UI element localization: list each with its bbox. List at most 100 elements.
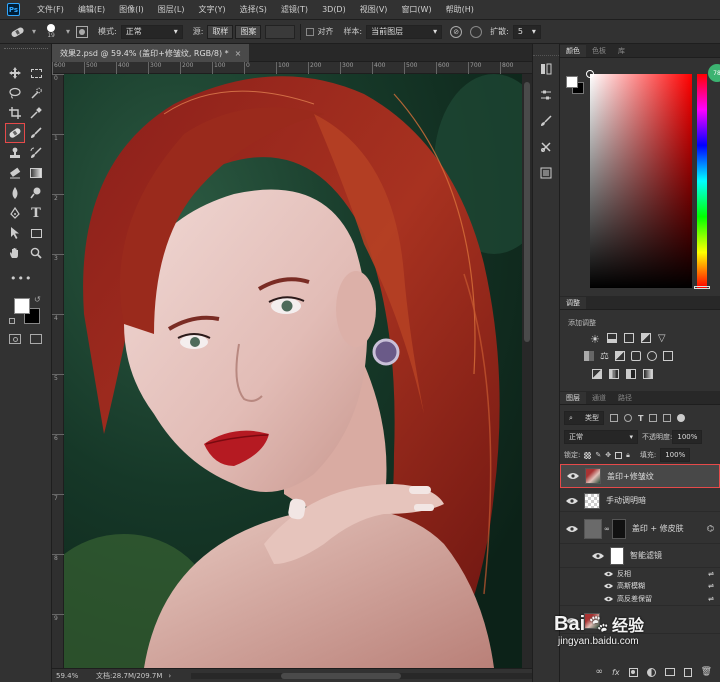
filter-toggle-icon[interactable] [677, 414, 686, 422]
horizontal-scrollbar[interactable] [191, 672, 532, 679]
aligned-checkbox[interactable] [306, 27, 315, 36]
visibility-eye-icon[interactable] [566, 525, 578, 533]
document-info[interactable]: 文档:28.7M/209.7M [96, 671, 162, 681]
tab-libraries[interactable]: 库 [612, 45, 631, 57]
layer-name[interactable]: 手动调明暗 [606, 495, 646, 506]
color-picker-field[interactable] [590, 74, 692, 288]
clone-stamp-tool-icon[interactable] [6, 144, 24, 162]
pressure-size-icon[interactable] [470, 25, 483, 38]
curves-icon[interactable] [623, 333, 634, 343]
default-colors-icon[interactable] [9, 318, 15, 324]
menu-help[interactable]: 帮助(H) [439, 4, 481, 15]
document-canvas[interactable] [64, 74, 522, 668]
scrollbar-thumb[interactable] [281, 672, 402, 679]
healing-brush-tool-preset-icon[interactable] [10, 26, 32, 38]
visibility-eye-icon[interactable] [567, 472, 579, 480]
hue-slider[interactable] [697, 74, 707, 288]
gradient-map-icon[interactable] [643, 369, 653, 379]
strip-collapse-handle[interactable] [533, 44, 559, 56]
menu-window[interactable]: 窗口(W) [394, 4, 438, 15]
quick-mask-icon[interactable] [9, 334, 21, 344]
rectangle-tool-icon[interactable] [27, 224, 45, 242]
tab-layers[interactable]: 图层 [560, 392, 586, 404]
gradient-tool-icon[interactable] [27, 164, 45, 182]
smart-filter-mask-thumbnail[interactable] [610, 546, 624, 565]
layer-filter-kind-select[interactable]: ⌕ 类型 [564, 411, 604, 425]
new-layer-icon[interactable] [683, 667, 692, 677]
visibility-eye-icon[interactable] [604, 596, 613, 602]
brush-tool-icon[interactable] [27, 124, 45, 142]
lock-transparency-icon[interactable] [584, 451, 592, 459]
close-icon[interactable]: × [235, 49, 242, 58]
photoshop-logo[interactable]: Ps [7, 3, 20, 16]
visibility-eye-icon[interactable] [592, 552, 604, 560]
layer-row[interactable]: 高斯模糊 ⇌ [560, 580, 720, 592]
menu-select[interactable]: 选择(S) [233, 4, 274, 15]
tab-paths[interactable]: 路径 [612, 392, 638, 404]
zoom-tool-icon[interactable] [27, 244, 45, 262]
lock-all-icon[interactable]: 🔒︎ [626, 451, 630, 460]
tab-swatches[interactable]: 色板 [586, 45, 612, 57]
new-group-icon[interactable] [664, 668, 675, 676]
black-white-icon[interactable] [614, 351, 625, 361]
fill-input[interactable]: 100% [660, 448, 691, 462]
smart-object-options-icon[interactable]: ⌬ [707, 524, 714, 533]
tab-adjustments[interactable]: 调整 [560, 297, 586, 309]
blur-tool-icon[interactable] [6, 184, 24, 202]
hand-tool-icon[interactable] [6, 244, 24, 262]
clone-source-panel-icon[interactable] [76, 25, 89, 38]
dodge-tool-icon[interactable] [27, 184, 45, 202]
diffusion-select[interactable]: 5 ▾ [512, 24, 541, 39]
scrollbar-thumb[interactable] [524, 82, 530, 342]
layer-name[interactable]: 盖印 + 修皮肤 [632, 523, 684, 534]
threshold-icon[interactable] [626, 369, 636, 379]
mode-select[interactable]: 正常 ▾ [120, 24, 183, 39]
ignore-adjustment-layers-icon[interactable]: ⊘ [450, 25, 463, 38]
properties-panel-icon[interactable] [537, 86, 555, 104]
layer-name[interactable]: 反相 [617, 569, 631, 579]
opacity-input[interactable]: 100% [672, 430, 703, 444]
filter-type-icon[interactable]: T [638, 414, 643, 423]
chain-link-icon[interactable]: ∞ [604, 525, 610, 533]
vibrance-icon[interactable]: ▽ [658, 333, 666, 346]
hue-saturation-icon[interactable] [584, 351, 594, 361]
color-balance-icon[interactable]: ⚖ [600, 351, 609, 362]
document-tab[interactable]: 效果2.psd @ 59.4% (盖印+修皱纹, RGB/8) * × [52, 44, 250, 62]
history-brush-tool-icon[interactable] [27, 144, 45, 162]
menu-file[interactable]: 文件(F) [30, 4, 71, 15]
filter-smart-object-icon[interactable] [663, 414, 672, 422]
delete-layer-icon[interactable]: 🗑︎ [701, 667, 712, 677]
tab-channels[interactable]: 通道 [586, 392, 612, 404]
color-picker-cursor[interactable] [586, 70, 594, 78]
layer-name[interactable]: 高反差保留 [617, 594, 652, 604]
visibility-eye-icon[interactable] [566, 497, 578, 505]
zoom-level[interactable]: 59.4% [56, 672, 96, 680]
layer-row[interactable]: 高反差保留 ⇌ [560, 592, 720, 606]
marquee-tool-icon[interactable] [27, 64, 45, 82]
tool-presets-icon[interactable] [537, 138, 555, 156]
source-pattern-button[interactable]: 图案 [235, 24, 262, 39]
filter-blending-options-icon[interactable]: ⇌ [708, 570, 714, 578]
filter-blending-options-icon[interactable]: ⇌ [708, 595, 714, 603]
link-layers-icon[interactable]: ∞ [596, 667, 604, 677]
posterize-icon[interactable] [609, 369, 619, 379]
toolbar-collapse-handle[interactable] [4, 48, 48, 52]
color-lookup-icon[interactable] [662, 351, 673, 361]
layer-row[interactable]: 盖印+修皱纹 [560, 464, 720, 488]
fg-color-swatch[interactable] [566, 76, 578, 88]
sample-select[interactable]: 当前图层 ▾ [366, 24, 443, 39]
type-tool-icon[interactable]: T [27, 204, 45, 222]
photo-filter-icon[interactable] [630, 351, 641, 361]
visibility-eye-icon[interactable] [604, 571, 613, 577]
glyphs-panel-icon[interactable] [537, 164, 555, 182]
fx-icon[interactable]: fx [612, 668, 620, 677]
swap-colors-icon[interactable]: ↺ [34, 295, 41, 304]
move-tool-icon[interactable] [6, 64, 24, 82]
tab-color[interactable]: 颜色 [560, 45, 586, 57]
lock-position-icon[interactable]: ✥ [605, 451, 611, 459]
brush-settings-icon[interactable] [537, 112, 555, 130]
visibility-eye-icon[interactable] [604, 583, 613, 589]
layer-row[interactable]: 智能滤镜 [560, 544, 720, 568]
lasso-tool-icon[interactable] [6, 84, 24, 102]
channel-mixer-icon[interactable] [646, 351, 657, 361]
